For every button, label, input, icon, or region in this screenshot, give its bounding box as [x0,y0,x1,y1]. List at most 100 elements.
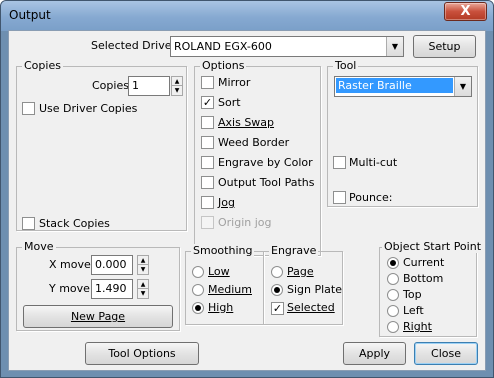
start-bottom-label: Bottom [403,272,444,285]
x-move-label: X move: [49,258,95,271]
start-left-label: Left [403,304,424,317]
tool-dropdown[interactable]: Raster Braille ▼ [334,76,472,97]
sort-checkbox[interactable]: ✓ [201,96,214,109]
origin-jog-label: Origin jog [218,216,272,229]
close-window-button[interactable]: X [444,2,487,21]
jog-checkbox[interactable] [201,196,214,209]
spin-up-icon[interactable]: ▲ [172,77,182,86]
engrave-sign-plate-radio[interactable] [271,284,283,296]
smoothing-low-label: Low [208,265,230,278]
engrave-group-title: Engrave [269,244,319,257]
copies-label: Copies: [92,79,133,92]
copies-group: Copies Copies: 1 ▲ ▼ Use Driver Copies S… [16,59,187,231]
setup-button[interactable]: Setup [413,35,476,58]
stack-copies-label: Stack Copies [39,217,110,230]
use-driver-copies-label: Use Driver Copies [39,102,138,115]
setup-button-label: Setup [428,40,461,53]
smoothing-medium-label: Medium [208,283,252,296]
options-group: Options Mirror ✓ Sort Axis Swap Weed Bor… [194,59,321,256]
check-icon: ✓ [202,96,213,109]
multi-cut-checkbox[interactable] [333,156,346,169]
start-bottom-radio[interactable] [387,273,399,285]
y-move-spinner[interactable]: ▲ ▼ [137,279,149,299]
spin-up-icon[interactable]: ▲ [138,256,148,265]
start-left-radio[interactable] [387,305,399,317]
engrave-by-color-label: Engrave by Color [218,156,313,169]
engrave-sign-plate-label: Sign Plate [287,283,342,296]
new-page-button-label: New Page [70,310,126,323]
mirror-label: Mirror [218,76,251,89]
chevron-down-icon: ▼ [454,77,471,96]
move-group: Move X move: 0.000 ▲ ▼ Y move: 1.490 ▲ ▼… [16,240,180,331]
smoothing-group-title: Smoothing [191,244,255,257]
copies-group-title: Copies [22,59,63,72]
pounce-checkbox[interactable] [333,191,346,204]
axis-swap-label: Axis Swap [218,116,275,129]
smoothing-low-radio[interactable] [192,266,204,278]
x-move-spinner[interactable]: ▲ ▼ [137,255,149,275]
axis-swap-checkbox[interactable] [201,116,214,129]
y-move-input[interactable]: 1.490 [91,279,133,299]
weed-border-checkbox[interactable] [201,136,214,149]
object-start-point-group: Object Start Point Current Bottom Top Le… [379,240,484,337]
new-page-button[interactable]: New Page [23,305,173,328]
engrave-selected-checkbox[interactable]: ✓ [271,302,284,315]
spin-up-icon[interactable]: ▲ [138,280,148,289]
engrave-by-color-checkbox[interactable] [201,156,214,169]
pounce-label: Pounce: [349,191,393,204]
apply-button[interactable]: Apply [343,342,406,365]
use-driver-copies-checkbox[interactable] [22,102,35,115]
smoothing-medium-radio[interactable] [192,284,204,296]
close-icon: X [460,4,471,19]
origin-jog-checkbox[interactable] [201,216,214,229]
y-move-label: Y move: [49,282,94,295]
tool-group: Tool Raster Braille ▼ Multi-cut Pounce: [327,59,478,207]
stack-copies-checkbox[interactable] [22,217,35,230]
spin-down-icon[interactable]: ▼ [138,289,148,298]
tool-options-button[interactable]: Tool Options [85,342,199,365]
copies-spinner[interactable]: ▲ ▼ [171,76,183,96]
move-group-title: Move [22,240,56,253]
multi-cut-label: Multi-cut [349,156,398,169]
start-current-radio[interactable] [387,257,399,269]
jog-label: Jog [218,196,235,209]
y-move-value: 1.490 [95,282,127,295]
close-button[interactable]: Close [414,342,478,365]
start-top-radio[interactable] [387,289,399,301]
smoothing-group: Smoothing Low Medium High [185,244,264,325]
spin-down-icon[interactable]: ▼ [138,265,148,274]
chevron-down-icon: ▼ [386,37,403,56]
output-dialog: Output X Selected Driver: ROLAND EGX-600… [0,0,494,378]
dialog-client-area: Selected Driver: ROLAND EGX-600 ▼ Setup … [8,30,486,371]
mirror-checkbox[interactable] [201,76,214,89]
title-bar[interactable]: Output X [1,1,493,31]
engrave-page-radio[interactable] [271,266,283,278]
x-move-value: 0.000 [95,258,127,271]
sort-label: Sort [218,96,241,109]
start-right-label: Right [403,320,432,333]
check-icon: ✓ [272,302,283,315]
smoothing-high-radio[interactable] [192,302,204,314]
x-move-input[interactable]: 0.000 [91,255,133,275]
close-button-label: Close [431,347,461,360]
spin-down-icon[interactable]: ▼ [172,86,182,95]
start-top-label: Top [403,288,422,301]
selected-driver-label: Selected Driver: [91,39,180,52]
window-title: Output [9,8,51,22]
selected-driver-value: ROLAND EGX-600 [174,40,272,53]
weed-border-label: Weed Border [218,136,290,149]
tool-selected-value: Raster Braille [336,78,453,93]
engrave-selected-label: Selected [287,301,335,314]
start-right-radio[interactable] [387,321,399,333]
engrave-group: Engrave Page Sign Plate ✓ Selected [263,244,343,325]
apply-button-label: Apply [358,347,391,360]
output-tool-paths-label: Output Tool Paths [218,176,315,189]
tool-options-button-label: Tool Options [108,347,176,360]
copies-value: 1 [132,79,139,92]
engrave-page-label: Page [287,265,314,278]
selected-driver-dropdown[interactable]: ROLAND EGX-600 ▼ [170,36,404,57]
copies-input[interactable]: 1 [128,76,170,96]
output-tool-paths-checkbox[interactable] [201,176,214,189]
smoothing-high-label: High [208,301,234,314]
object-start-point-title: Object Start Point [382,240,484,253]
